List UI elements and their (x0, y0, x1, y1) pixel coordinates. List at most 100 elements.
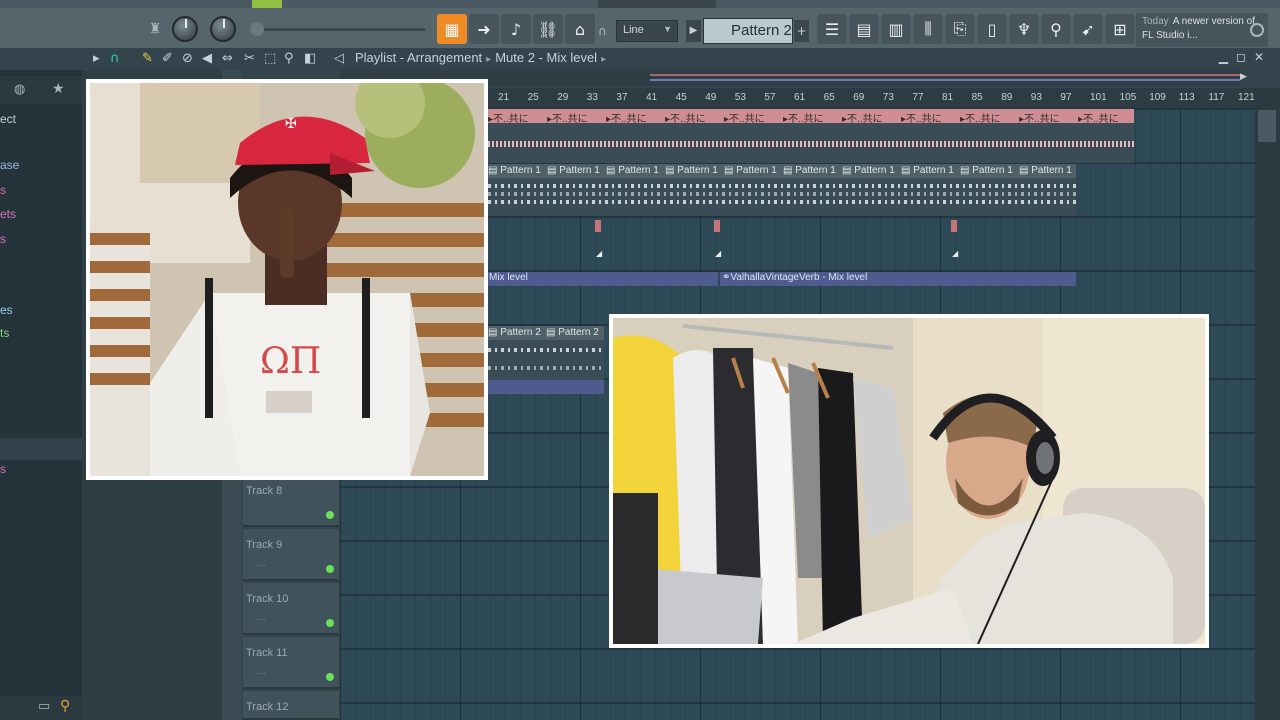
timeline-tick: 89 (1001, 92, 1013, 103)
automation-clip[interactable]: ⚭ValhallaVintageVerb - Mix level (720, 272, 1076, 286)
pattern-icon: ▤ (901, 165, 914, 176)
mixer-button[interactable]: ⫼ (913, 14, 943, 44)
track-header[interactable]: Track 12 (243, 691, 339, 720)
scrollbar-thumb[interactable] (1258, 110, 1276, 142)
browser-header: ◍ ★ (0, 76, 82, 104)
track-name: Track 12 (246, 701, 289, 713)
master-volume-knob[interactable] (172, 16, 198, 42)
pattern-clip-label: ▤ Pattern 1 (665, 165, 718, 176)
track-mute-led[interactable] (326, 673, 334, 681)
pattern-clip-header[interactable]: ▤ Pattern 2 ▤ Pattern 2 (488, 326, 604, 340)
slice-icon[interactable]: ✂ (244, 51, 255, 66)
browser-item[interactable]: s (0, 462, 6, 476)
delete-icon[interactable]: ⊘ (182, 51, 193, 66)
pattern-clip-label: ▤ Pattern 1 (901, 165, 954, 176)
track-header[interactable]: Track 11 ... (243, 637, 339, 689)
browser-item[interactable]: ets (0, 207, 16, 221)
playlist-button[interactable]: ☰ (817, 14, 847, 44)
shop-button[interactable]: ⊞ (1105, 14, 1135, 44)
metronome-tool-icon: ⚲ (1050, 19, 1062, 39)
plug-icon: ♆ (1016, 19, 1032, 39)
metronome-icon[interactable]: ♜ (140, 14, 170, 44)
zoom-icon[interactable]: ⚲ (284, 51, 294, 66)
globe-icon[interactable]: ◍ (14, 82, 25, 97)
timeline-tick: 109 (1149, 92, 1166, 103)
piano-roll-view-button[interactable]: ▤ (849, 14, 879, 44)
track-mute-led[interactable] (326, 619, 334, 627)
browser-item[interactable]: ect (0, 112, 16, 126)
scroll-right-icon[interactable]: ▶ (1240, 72, 1252, 86)
folder-icon[interactable]: ▭ (38, 699, 50, 714)
browser-item[interactable]: ase (0, 158, 19, 172)
brush-icon[interactable]: ✐ (162, 51, 173, 66)
menu-arrow-icon[interactable]: ▸ (93, 51, 100, 66)
browser-footer: ▭ ⚲ (0, 696, 82, 720)
pattern-clip-name: Pattern 1 (854, 165, 895, 176)
speaker-icon[interactable]: ◁ (334, 51, 344, 66)
pattern-clip-name: Pattern 1 (559, 165, 600, 176)
news-panel[interactable]: Today A newer version of FL Studio i... (1136, 13, 1268, 47)
tempo-tapper-button[interactable]: ⚲ (1041, 14, 1071, 44)
audio-clip-header[interactable]: ▸不..共に ▸不..共に ▸不..共に ▸不..共に ▸不..共に ▸不..共に ▸不..… (488, 109, 1134, 123)
browser-item[interactable]: ts (0, 326, 9, 340)
snap-select[interactable]: Line ▼ (616, 20, 678, 42)
select-icon[interactable]: ⬚ (264, 51, 276, 66)
pattern-clip-name: Pattern 1 (618, 165, 659, 176)
pattern-prev-button[interactable]: ▶ (686, 20, 701, 42)
track-header[interactable]: Track 10 ... (243, 583, 339, 635)
pattern-clip-label: ▤ Pattern 2 (488, 327, 541, 338)
slip-icon[interactable]: ⇔ (222, 51, 233, 66)
clip-marker[interactable] (951, 220, 957, 232)
channel-rack-button[interactable]: ▥ (881, 14, 911, 44)
vertical-scrollbar[interactable] (1255, 88, 1280, 720)
link-button[interactable]: ⛓ (533, 14, 563, 44)
automation-clip-label: ⚭ValhallaVintageVerb - Mix level (722, 272, 867, 283)
search-icon[interactable]: ⚲ (60, 698, 70, 714)
link-icon: ⛓ (537, 19, 559, 39)
audio-clip-name: 不..共に (1083, 114, 1119, 123)
track-header[interactable]: Track 8 (243, 475, 339, 527)
typing-keyboard-button[interactable]: ⌂ (565, 14, 595, 44)
master-pitch-knob[interactable] (210, 16, 236, 42)
audio-clip-body[interactable] (488, 123, 1134, 163)
clip-marker[interactable] (714, 220, 720, 232)
mute-icon[interactable]: ◀ (202, 51, 212, 66)
step-button[interactable]: ➜ (469, 14, 499, 44)
slide-button[interactable]: ♪ (501, 14, 531, 44)
browser-button[interactable]: ▯ (977, 14, 1007, 44)
tempo-slider-handle[interactable] (250, 22, 264, 36)
playback-icon[interactable]: ◧ (304, 51, 316, 66)
pattern-select[interactable]: Pattern 2 (703, 18, 793, 44)
pencil-icon[interactable]: ✎ (142, 51, 153, 66)
pattern-clip-body[interactable] (488, 178, 1076, 216)
clip-marker[interactable] (595, 220, 601, 232)
pattern-clip-body[interactable] (488, 340, 604, 380)
automation-clip[interactable]: Mix level (488, 272, 718, 286)
add-pattern-button[interactable]: + (794, 20, 809, 42)
magnet-icon[interactable]: ∩ (110, 51, 120, 66)
track-mute-led[interactable] (326, 511, 334, 519)
window-controls[interactable]: ▁◻✕ (1219, 50, 1272, 64)
track-header[interactable]: Track 9 ... (243, 529, 339, 581)
timeline-tick: 69 (853, 92, 865, 103)
automation-clip[interactable] (488, 380, 604, 394)
timeline-tick: 37 (616, 92, 628, 103)
breadcrumb-separator-icon: ▸ (486, 54, 492, 65)
piano-roll-button[interactable]: ▦ (437, 14, 467, 44)
audio-input-button[interactable]: ➹ (1073, 14, 1103, 44)
tempo-slider[interactable] (250, 28, 425, 31)
browser-item[interactable]: es (0, 303, 13, 317)
pattern-clip-header[interactable]: ▤ Pattern 1 ▤ Pattern 1 ▤ Pattern 1 ▤ Patte… (488, 164, 1076, 178)
song-mode-indicator[interactable] (252, 0, 282, 8)
timeline-tick: 101 (1090, 92, 1107, 103)
audio-clip-label: ▸不..共に (665, 110, 706, 123)
plugin-picker-button[interactable]: ⎘ (945, 14, 975, 44)
track-name: Track 9 (246, 539, 283, 551)
browser-selected-row[interactable] (0, 438, 82, 460)
plugin-database-button[interactable]: ♆ (1009, 14, 1039, 44)
browser-item[interactable]: s (0, 232, 6, 246)
timeline-tick: 97 (1060, 92, 1072, 103)
track-mute-led[interactable] (326, 565, 334, 573)
browser-item[interactable]: s (0, 183, 6, 197)
star-icon[interactable]: ★ (52, 81, 65, 97)
